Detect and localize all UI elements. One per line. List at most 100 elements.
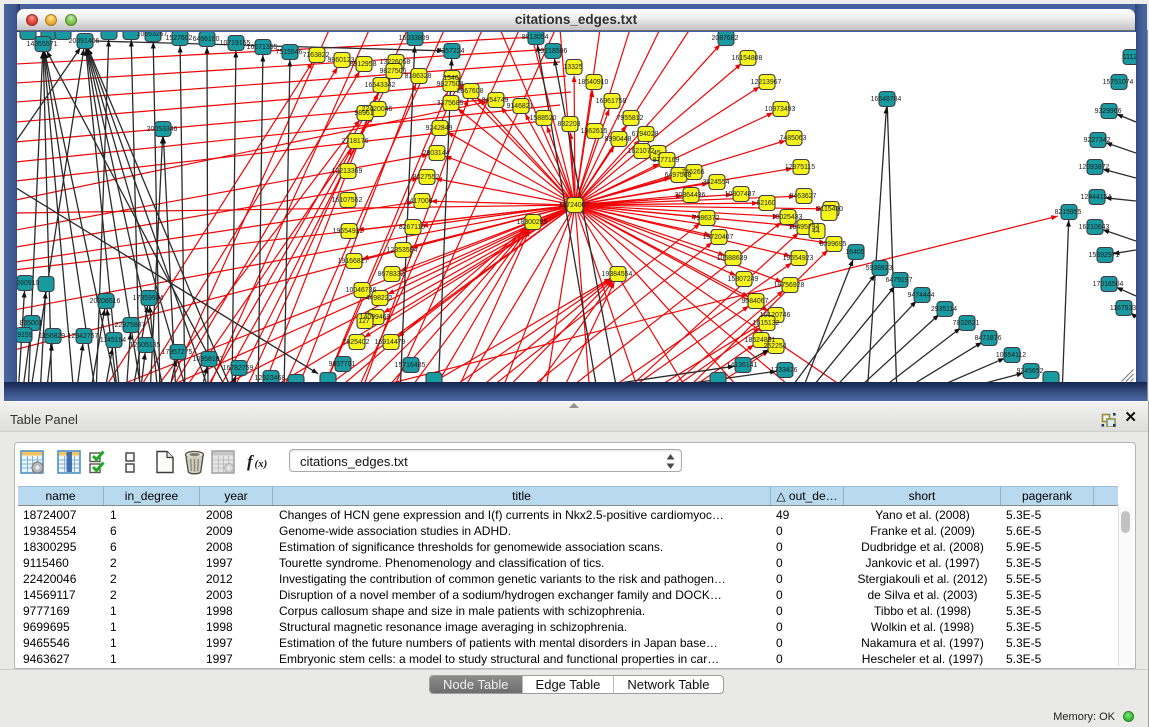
svg-text:9474444: 9474444 [908, 292, 935, 299]
svg-text:7625402: 7625402 [343, 339, 370, 346]
svg-text:19384554: 19384554 [602, 271, 633, 278]
svg-text:2803144: 2803144 [423, 150, 450, 157]
svg-text:17359934: 17359934 [133, 295, 164, 302]
svg-text:832203: 832203 [558, 121, 581, 128]
svg-text:13325: 13325 [563, 64, 582, 71]
svg-text:20206516: 20206516 [90, 298, 121, 305]
svg-text:20364436: 20364436 [675, 192, 706, 199]
svg-text:7485063: 7485063 [780, 135, 807, 142]
svg-text:9827508: 9827508 [437, 81, 464, 88]
svg-text:18640910: 18640910 [578, 79, 609, 86]
svg-text:15692971: 15692971 [1089, 252, 1120, 259]
svg-text:6466160: 6466160 [193, 36, 220, 43]
svg-text:15751074: 15751074 [1103, 79, 1134, 86]
svg-text:9227342: 9227342 [1084, 137, 1111, 144]
svg-text:12975115: 12975115 [785, 164, 815, 171]
svg-text:7986372: 7986372 [693, 215, 720, 222]
svg-text:10688639: 10688639 [717, 255, 748, 262]
svg-text:22975887: 22975887 [115, 322, 146, 329]
svg-text:16033809: 16033809 [399, 35, 430, 42]
svg-text:16961758: 16961758 [596, 98, 627, 105]
svg-text:1112: 1112 [1123, 54, 1136, 61]
svg-text:14136141: 14136141 [727, 362, 758, 369]
svg-text:45: 45 [653, 150, 661, 157]
svg-text:5938923: 5938923 [866, 265, 893, 272]
svg-text:1156829: 1156829 [39, 333, 65, 340]
svg-text:9329966: 9329966 [1095, 108, 1122, 115]
svg-text:3624554: 3624554 [703, 179, 730, 186]
svg-text:9245652: 9245652 [1017, 368, 1044, 375]
svg-text:16671355: 16671355 [247, 44, 278, 51]
svg-text:7832621: 7832621 [953, 320, 980, 327]
svg-text:10046736: 10046736 [346, 287, 377, 294]
svg-text:8099695: 8099695 [820, 241, 847, 248]
svg-text:12213967: 12213967 [751, 79, 782, 86]
svg-text:12505135: 12505135 [130, 342, 161, 349]
svg-text:19756928: 19756928 [774, 282, 805, 289]
svg-text:12923468: 12923468 [255, 375, 286, 382]
svg-text:17016504: 17016504 [1093, 281, 1124, 288]
svg-text:252254: 252254 [764, 343, 787, 350]
svg-text:20091406: 20091406 [69, 38, 100, 45]
svg-text:10653267: 10653267 [137, 32, 168, 38]
svg-text:9242848: 9242848 [426, 125, 453, 132]
svg-text:16154808: 16154808 [732, 55, 763, 62]
svg-text:12213369: 12213369 [332, 168, 363, 175]
svg-text:12093872: 12093872 [1079, 164, 1110, 171]
svg-text:16543342: 16543342 [365, 82, 396, 89]
svg-text:6794028: 6794028 [632, 131, 659, 138]
svg-text:1615132: 1615132 [753, 320, 780, 327]
svg-text:10958107: 10958107 [193, 356, 224, 363]
svg-text:8427552: 8427552 [413, 174, 440, 181]
svg-text:16210643: 16210643 [1079, 224, 1110, 231]
svg-text:8267110: 8267110 [399, 224, 425, 231]
svg-text:19166827: 19166827 [338, 258, 369, 265]
svg-text:7357224: 7357224 [438, 48, 465, 55]
svg-text:15807249: 15807249 [728, 276, 759, 283]
svg-text:16648784: 16648784 [871, 96, 902, 103]
svg-text:9146821: 9146821 [507, 103, 534, 110]
svg-text:6479197: 6479197 [886, 277, 913, 284]
svg-text:10807487: 10807487 [725, 191, 756, 198]
svg-text:10654112: 10654112 [996, 352, 1026, 359]
svg-text:2867608: 2867608 [457, 88, 484, 95]
svg-text:1733426: 1733426 [771, 367, 798, 374]
svg-text:19654923: 19654923 [783, 255, 814, 262]
svg-text:127: 127 [358, 318, 370, 325]
svg-text:(x): (x) [255, 458, 268, 470]
svg-text:14055571: 14055571 [27, 41, 58, 48]
svg-text:44: 44 [812, 228, 820, 235]
svg-text:3375685: 3375685 [437, 100, 464, 107]
svg-text:417006: 417006 [410, 198, 433, 205]
svg-text:16120746: 16120746 [760, 312, 791, 319]
svg-text:2087682: 2087682 [712, 35, 739, 42]
svg-text:13226058: 13226058 [380, 59, 411, 66]
svg-text:16107552: 16107552 [332, 197, 363, 204]
svg-text:62160: 62160 [756, 200, 775, 207]
svg-text:9857791: 9857791 [329, 361, 356, 368]
svg-text:16405: 16405 [845, 249, 864, 256]
svg-text:4498222: 4498222 [366, 295, 393, 302]
svg-text:7955812: 7955812 [617, 115, 644, 122]
svg-text:8912958: 8912958 [350, 61, 377, 68]
svg-text:8990448: 8990448 [605, 136, 632, 143]
svg-text:2935114: 2935114 [931, 306, 957, 313]
svg-text:39159: 39159 [17, 332, 33, 339]
svg-text:835001: 835001 [20, 320, 43, 327]
svg-text:7163822: 7163822 [303, 52, 330, 59]
svg-text:15716485: 15716485 [395, 362, 426, 369]
svg-text:9115460: 9115460 [817, 206, 843, 213]
svg-text:1527602: 1527602 [166, 35, 193, 42]
svg-text:8678332: 8678332 [378, 271, 405, 278]
svg-text:8454749: 8454749 [482, 97, 509, 104]
svg-text:746266: 746266 [682, 169, 705, 176]
svg-text:98961: 98961 [354, 110, 373, 117]
svg-text:7515546: 7515546 [276, 49, 303, 56]
svg-text:17957275: 17957275 [162, 349, 193, 356]
svg-text:1588520: 1588520 [530, 115, 557, 122]
svg-text:16782759: 16782759 [223, 365, 254, 372]
svg-text:8186328: 8186328 [405, 73, 432, 80]
svg-text:8471876: 8471876 [975, 335, 1002, 342]
svg-text:1362615: 1362615 [581, 128, 608, 135]
svg-text:2718176: 2718176 [342, 138, 369, 145]
